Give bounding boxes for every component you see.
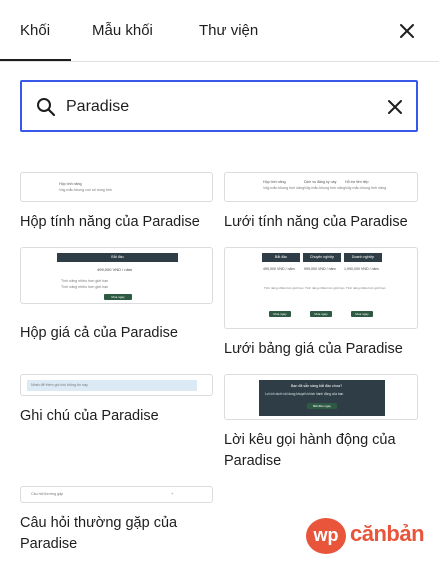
pattern-preview: Bắt đầu 499,000 VND / năm Tính năng nhiề…: [20, 247, 213, 304]
pattern-title: Hộp giá cả của Paradise: [20, 325, 178, 341]
pattern-preview: Nhấn để thêm ghi chú thông tin này: [20, 374, 213, 396]
pattern-preview: Bắt đầu Chuyên nghiệp Doanh nghiệp 499,0…: [224, 247, 418, 329]
tab-library[interactable]: Thư viện: [199, 22, 258, 39]
preview-plan-header: Chuyên nghiệp: [303, 253, 341, 262]
pattern-title: Lời kêu gọi hành động của Paradise: [224, 432, 396, 469]
clear-search-icon[interactable]: [386, 98, 404, 116]
preview-column-text: Vdg mẫu khung tính năng: [345, 186, 387, 190]
preview-feature: Tính năng nhiều hơn giới hạn: [305, 286, 345, 290]
preview-feature: Tính năng nhiều hơn giới hạn: [264, 286, 304, 290]
inserter-tabs: Khối Mẫu khối Thư viện: [0, 0, 439, 62]
close-icon: [400, 24, 414, 38]
preview-feature: Tính năng nhiều hơn giới hạn: [346, 286, 386, 290]
preview-plan-header: Bắt đầu: [262, 253, 300, 262]
pattern-title: Lưới bảng giá của Paradise: [224, 341, 403, 357]
preview-feature: Tính năng nhiều hơn giới hạn: [61, 279, 109, 283]
brand-badge: wp: [306, 518, 346, 554]
preview-price: 999,000 VND / năm: [304, 267, 336, 271]
expand-icon: +: [171, 491, 174, 496]
pattern-title: Lưới tính năng của Paradise: [224, 214, 408, 230]
pattern-preview: Câu hỏi thường gặp +: [20, 486, 213, 503]
preview-buy-button: Mua ngay: [351, 311, 373, 317]
preview-price: 499,000 VND / năm: [263, 267, 295, 271]
search-input[interactable]: [66, 96, 366, 118]
preview-column-heading: Hỗ trợ liên tiếp: [345, 180, 369, 184]
preview-buy-button: Mua ngay: [310, 311, 332, 317]
preview-column-heading: Dịch vụ đăng ký này: [304, 180, 337, 184]
brand-name: cănbản: [350, 521, 425, 546]
pattern-title: Hộp tính năng của Paradise: [20, 214, 200, 230]
preview-price: 499,000 VND / năm: [97, 267, 133, 272]
pattern-preview: Hộp tính năng Vdg mẫu khung tính năng Dị…: [224, 172, 418, 202]
preview-buy-button: Mua ngay: [269, 311, 291, 317]
preview-plan-header: Bắt đầu: [57, 253, 178, 262]
preview-heading: Hộp tính năng: [59, 182, 82, 186]
pattern-card-faq[interactable]: Câu hỏi thường gặp + Câu hỏi thường gặp …: [20, 486, 213, 554]
preview-column-text: Vdg mẫu khung tính năng: [263, 186, 305, 190]
preview-feature: Tính năng nhiều hơn giới hạn: [61, 285, 109, 289]
preview-column-heading: Hộp tính năng: [263, 180, 286, 184]
preview-plan-header: Doanh nghiệp: [344, 253, 382, 262]
pattern-preview: Hộp tính năng Vdg mẫu khung con số dung …: [20, 172, 213, 202]
search-box: [20, 80, 418, 132]
preview-buy-button: Mua ngay: [104, 294, 132, 300]
active-tab-indicator: [0, 59, 71, 61]
preview-faq-question: Câu hỏi thường gặp: [31, 492, 64, 496]
preview-price: 1,990,000 VND / năm: [344, 267, 379, 271]
close-button[interactable]: [396, 20, 418, 42]
preview-note-text: Nhấn để thêm ghi chú thông tin này: [31, 383, 88, 387]
preview-cta-text: Lợi ích dưới nội dung khuyến khích hành …: [265, 392, 344, 396]
pattern-card-pricing-grid[interactable]: Bắt đầu Chuyên nghiệp Doanh nghiệp 499,0…: [224, 247, 418, 361]
pattern-card-note[interactable]: Nhấn để thêm ghi chú thông tin này Ghi c…: [20, 374, 213, 428]
pattern-preview: Bạn đã sẵn sàng bắt đầu chưa? Lợi ích dư…: [224, 374, 418, 420]
preview-cta-button: Bắt đầu ngay: [307, 403, 337, 409]
preview-column-text: Vdg mẫu khung tính năng: [304, 186, 346, 190]
preview-cta-heading: Bạn đã sẵn sàng bắt đầu chưa?: [291, 384, 343, 388]
pattern-title: Câu hỏi thường gặp của Paradise: [20, 515, 178, 552]
brand-logo: wp cănbản: [306, 518, 425, 554]
preview-text: Vdg mẫu khung con số dung tính: [59, 188, 112, 192]
pattern-card-feature-box[interactable]: Hộp tính năng Vdg mẫu khung con số dung …: [20, 172, 213, 234]
tab-patterns[interactable]: Mẫu khối: [92, 22, 153, 39]
pattern-card-pricing-box[interactable]: Bắt đầu 499,000 VND / năm Tính năng nhiề…: [20, 247, 213, 345]
pattern-card-call-to-action[interactable]: Bạn đã sẵn sàng bắt đầu chưa? Lợi ích dư…: [224, 374, 418, 472]
pattern-title: Ghi chú của Paradise: [20, 408, 159, 424]
search-icon: [37, 98, 56, 117]
pattern-card-feature-grid[interactable]: Hộp tính năng Vdg mẫu khung tính năng Dị…: [224, 172, 418, 234]
tab-blocks[interactable]: Khối: [20, 22, 50, 39]
